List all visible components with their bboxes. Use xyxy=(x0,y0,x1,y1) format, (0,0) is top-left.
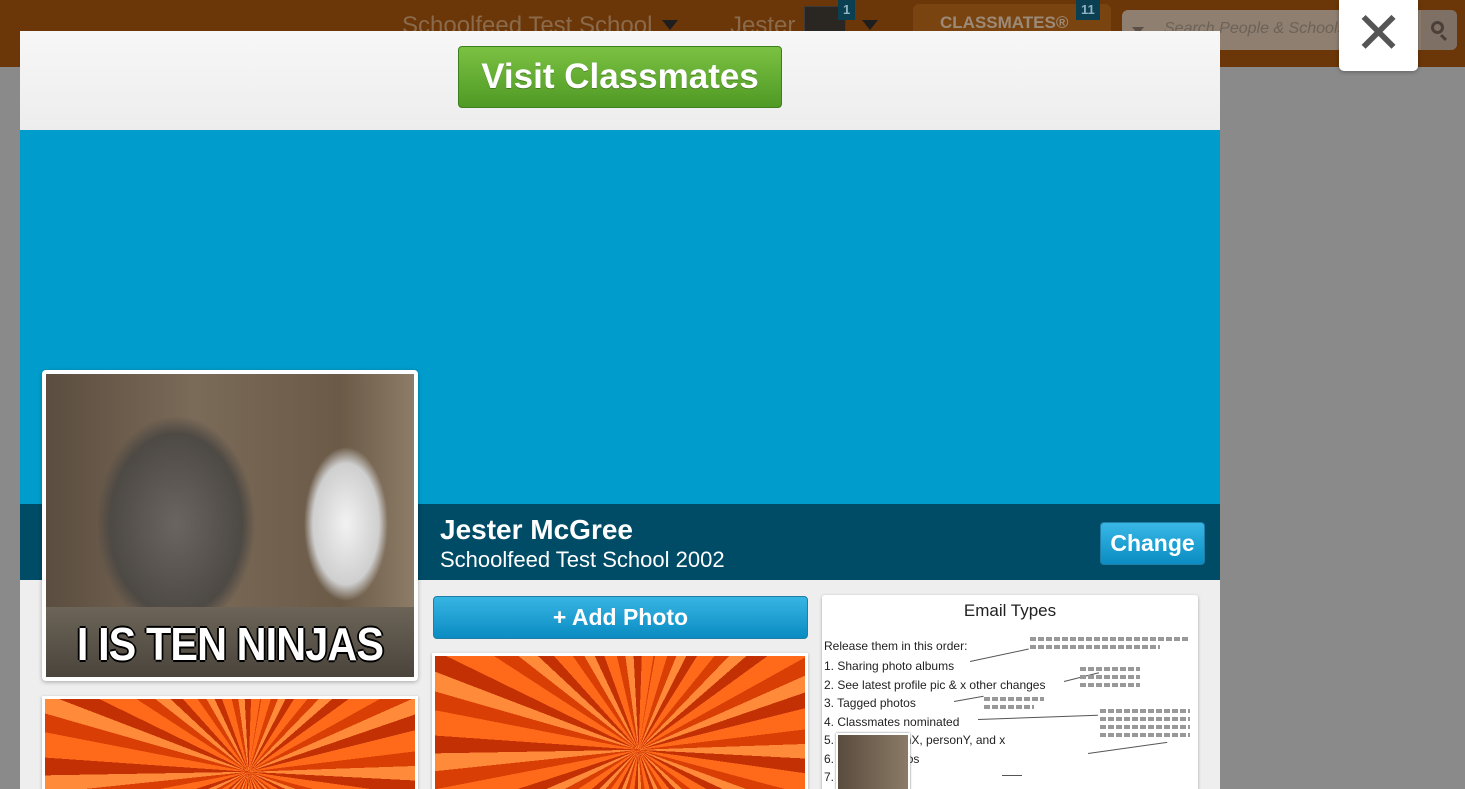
classmates-modal: Visit Classmates Jester McGree Schoolfee… xyxy=(20,31,1220,789)
profile-picture-image: I IS TEN NINJAS xyxy=(46,374,414,677)
add-photo-button[interactable]: + Add Photo xyxy=(433,596,808,639)
list-item: 2. See latest profile pic & x other chan… xyxy=(824,677,1046,692)
chevron-down-icon[interactable] xyxy=(862,20,878,30)
photo-thumbnail[interactable] xyxy=(432,653,808,789)
embedded-thumbnail xyxy=(836,733,910,789)
search-button[interactable] xyxy=(1421,10,1457,50)
photo-thumbnail-email-types[interactable]: Email Types Release them in this order: … xyxy=(822,595,1198,789)
modal-header: Visit Classmates xyxy=(20,31,1220,130)
close-modal-button[interactable]: ✕ xyxy=(1339,0,1418,71)
profile-picture[interactable]: I IS TEN NINJAS xyxy=(42,370,418,681)
profile-name: Jester McGree xyxy=(440,514,634,545)
notification-badge: 1 xyxy=(838,0,856,20)
change-cover-button[interactable]: Change xyxy=(1100,522,1205,565)
search-icon xyxy=(1431,21,1444,34)
list-item: 1. Sharing photo albums xyxy=(824,659,955,673)
profile-school-year: Schoolfeed Test School 2002 xyxy=(440,547,725,572)
email-types-intro: Release them in this order: xyxy=(824,639,968,653)
list-item: 4. Classmates nominated xyxy=(824,714,960,729)
visit-classmates-button[interactable]: Visit Classmates xyxy=(458,46,782,108)
chevron-down-icon[interactable] xyxy=(662,20,678,30)
profile-picture-caption: I IS TEN NINJAS xyxy=(76,618,384,670)
photo-thumbnail[interactable] xyxy=(42,696,418,789)
classmates-count-badge: 11 xyxy=(1076,0,1100,20)
close-icon: ✕ xyxy=(1354,0,1403,67)
email-types-title: Email Types xyxy=(963,601,1057,620)
